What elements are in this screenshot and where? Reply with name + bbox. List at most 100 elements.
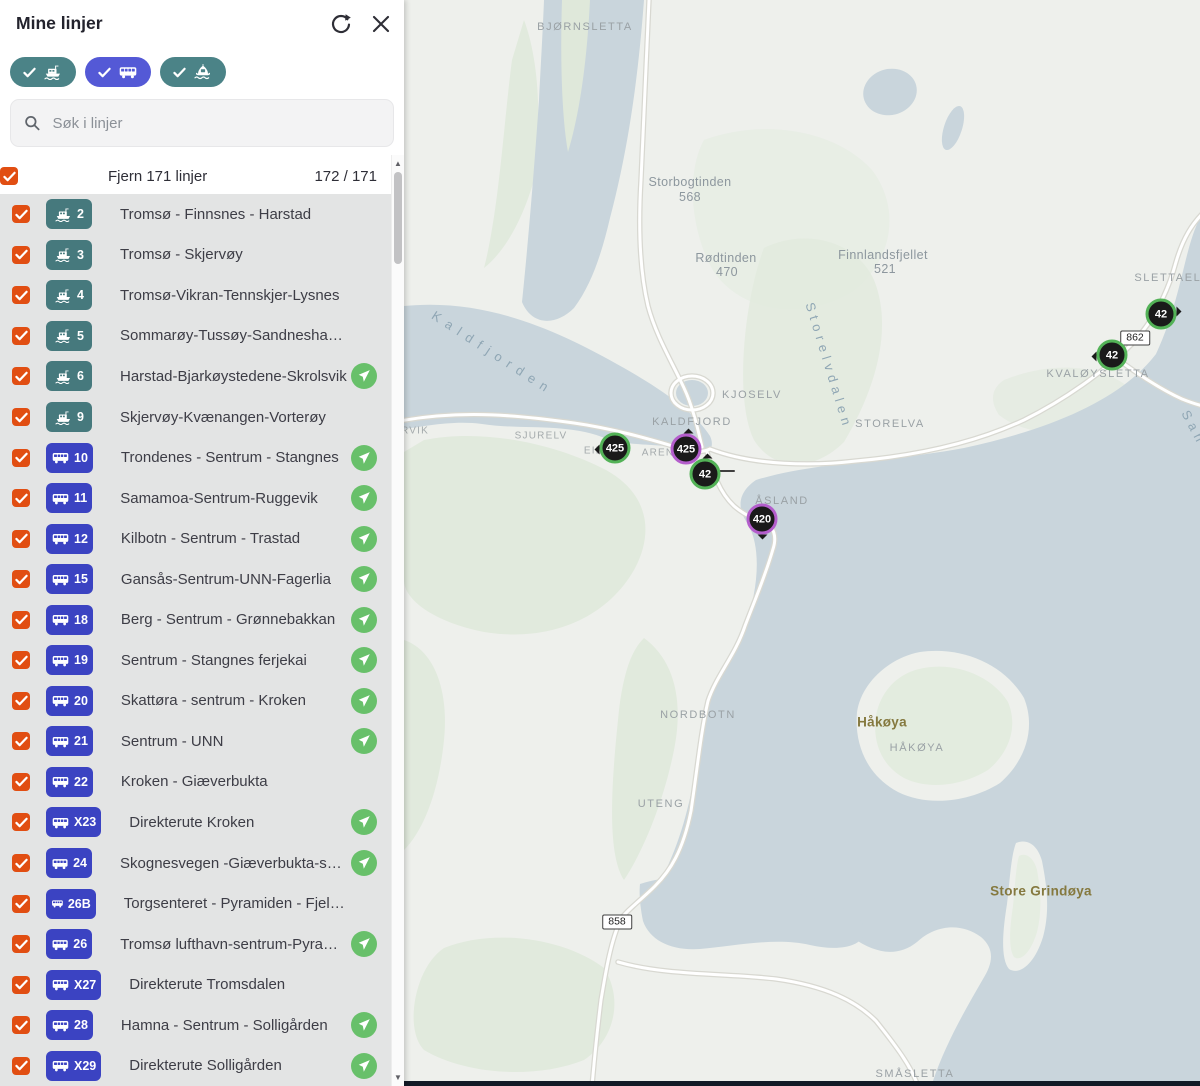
line-row[interactable]: 3 Tromsø - Skjervøy — [0, 235, 391, 276]
line-row[interactable]: 20 Skattøra - sentrum - Kroken — [0, 681, 391, 722]
line-row[interactable]: 11 Samamoa-Sentrum-Ruggevik — [0, 478, 391, 519]
bus-filter-pill[interactable] — [85, 57, 151, 87]
vehicle-icon — [51, 774, 70, 789]
live-position-icon[interactable] — [351, 850, 377, 876]
clear-lines-label[interactable]: Fjern 171 linjer — [108, 168, 207, 185]
vehicle-marker[interactable]: 42 — [690, 459, 721, 490]
live-position-icon[interactable] — [351, 647, 377, 673]
live-position-icon[interactable] — [351, 931, 377, 957]
line-name: Direkterute Tromsdalen — [129, 976, 347, 993]
live-position-icon[interactable] — [351, 1012, 377, 1038]
line-row[interactable]: 28 Hamna - Sentrum - Solligården — [0, 1005, 391, 1046]
live-position-icon[interactable] — [351, 688, 377, 714]
map[interactable]: BJØRNSLETTAStorbogtinden568Rødtinden470F… — [404, 0, 1200, 1086]
line-badge: 9 — [46, 402, 92, 432]
line-checkbox[interactable] — [12, 489, 30, 507]
line-checkbox[interactable] — [12, 976, 30, 994]
refresh-button[interactable] — [328, 12, 354, 38]
line-checkbox[interactable] — [12, 530, 30, 548]
line-checkbox[interactable] — [12, 651, 30, 669]
vehicle-marker[interactable]: 425 — [600, 433, 631, 464]
line-row[interactable]: 21 Sentrum - UNN — [0, 721, 391, 762]
vehicle-marker[interactable]: 420 — [747, 504, 778, 535]
line-checkbox[interactable] — [12, 773, 30, 791]
line-row[interactable]: 18 Berg - Sentrum - Grønnebakkan — [0, 599, 391, 640]
line-row[interactable]: X29 Direkterute Solligården — [0, 1045, 391, 1086]
line-number: 10 — [74, 451, 88, 465]
line-checkbox[interactable] — [12, 408, 30, 426]
vehicle-icon — [54, 207, 73, 222]
vehicle-icon — [51, 1058, 70, 1073]
close-button[interactable] — [368, 12, 394, 38]
scrollbar[interactable]: ▲ ▼ — [391, 155, 404, 1086]
line-row[interactable]: 5 Sommarøy-Tussøy-Sandneshamn — [0, 316, 391, 357]
marker-line-number: 425 — [606, 442, 624, 454]
line-checkbox[interactable] — [12, 813, 30, 831]
map-label: Storbogtinden — [648, 175, 731, 189]
line-checkbox[interactable] — [12, 570, 30, 588]
line-checkbox[interactable] — [12, 449, 30, 467]
live-position-icon[interactable] — [351, 526, 377, 552]
line-row[interactable]: 26 Tromsø lufthavn-sentrum-Pyrami... — [0, 924, 391, 965]
ferry-filter-pill[interactable] — [10, 57, 76, 87]
line-row[interactable]: 12 Kilbotn - Sentrum - Trastad — [0, 518, 391, 559]
line-checkbox[interactable] — [12, 732, 30, 750]
line-number: 26 — [73, 937, 87, 951]
line-row[interactable]: 15 Gansås-Sentrum-UNN-Fagerlia — [0, 559, 391, 600]
line-checkbox[interactable] — [12, 692, 30, 710]
live-position-icon[interactable] — [351, 485, 377, 511]
line-number: 22 — [74, 775, 88, 789]
vehicle-icon — [51, 896, 64, 911]
line-checkbox[interactable] — [12, 611, 30, 629]
search-input[interactable] — [50, 114, 380, 133]
line-checkbox[interactable] — [12, 1016, 30, 1034]
check-icon — [23, 67, 36, 78]
line-row[interactable]: 4 Tromsø-Vikran-Tennskjer-Lysnes — [0, 275, 391, 316]
line-name: Skattøra - sentrum - Kroken — [121, 692, 347, 709]
line-row[interactable]: 19 Sentrum - Stangnes ferjekai — [0, 640, 391, 681]
line-row[interactable]: 26B Torgsenteret - Pyramiden - Fjellheis… — [0, 883, 391, 924]
scroll-down-arrow[interactable]: ▼ — [392, 1073, 404, 1082]
line-badge: 10 — [46, 443, 93, 473]
scrollbar-thumb[interactable] — [394, 172, 402, 264]
live-position-icon[interactable] — [351, 445, 377, 471]
live-position-icon[interactable] — [351, 809, 377, 835]
vehicle-icon — [51, 977, 70, 992]
live-position-icon[interactable] — [351, 607, 377, 633]
vehicle-icon — [54, 247, 73, 262]
live-position-icon[interactable] — [351, 728, 377, 754]
live-position-icon[interactable] — [351, 566, 377, 592]
line-checkbox[interactable] — [12, 854, 30, 872]
line-row[interactable]: X23 Direkterute Kroken — [0, 802, 391, 843]
live-position-icon[interactable] — [351, 1053, 377, 1079]
line-checkbox[interactable] — [12, 246, 30, 264]
scroll-up-arrow[interactable]: ▲ — [392, 159, 404, 168]
lines-list: 2 Tromsø - Finnsnes - Harstad 3 Tromsø -… — [0, 194, 391, 1086]
map-label: Håkøya — [857, 715, 907, 730]
line-row[interactable]: X27 Direkterute Tromsdalen — [0, 964, 391, 1005]
line-name: Kilbotn - Sentrum - Trastad — [121, 530, 347, 547]
line-checkbox[interactable] — [12, 286, 30, 304]
live-position-icon[interactable] — [351, 363, 377, 389]
line-row[interactable]: 2 Tromsø - Finnsnes - Harstad — [0, 194, 391, 235]
line-badge: 21 — [46, 726, 93, 756]
vehicle-marker[interactable]: 42 — [1097, 340, 1128, 371]
map-label: 470 — [716, 265, 738, 279]
line-row[interactable]: 10 Trondenes - Sentrum - Stangnes — [0, 437, 391, 478]
line-checkbox[interactable] — [12, 1057, 30, 1075]
vehicle-marker[interactable]: 42 — [1146, 299, 1177, 330]
line-row[interactable]: 24 Skognesvegen -Giæverbukta-sen... — [0, 843, 391, 884]
line-row[interactable]: 6 Harstad-Bjarkøystedene-Skrolsvik — [0, 356, 391, 397]
boat-filter-pill[interactable] — [160, 57, 226, 87]
line-row[interactable]: 9 Skjervøy-Kvænangen-Vorterøy — [0, 397, 391, 438]
line-checkbox[interactable] — [12, 895, 30, 913]
line-checkbox[interactable] — [12, 935, 30, 953]
line-checkbox[interactable] — [12, 327, 30, 345]
vehicle-icon — [51, 734, 70, 749]
line-checkbox[interactable] — [12, 205, 30, 223]
marker-direction-pointer — [757, 535, 767, 545]
line-checkbox[interactable] — [12, 367, 30, 385]
line-row[interactable]: 22 Kroken - Giæverbukta — [0, 762, 391, 803]
select-all-checkbox[interactable] — [0, 167, 18, 185]
vehicle-icon — [51, 572, 70, 587]
